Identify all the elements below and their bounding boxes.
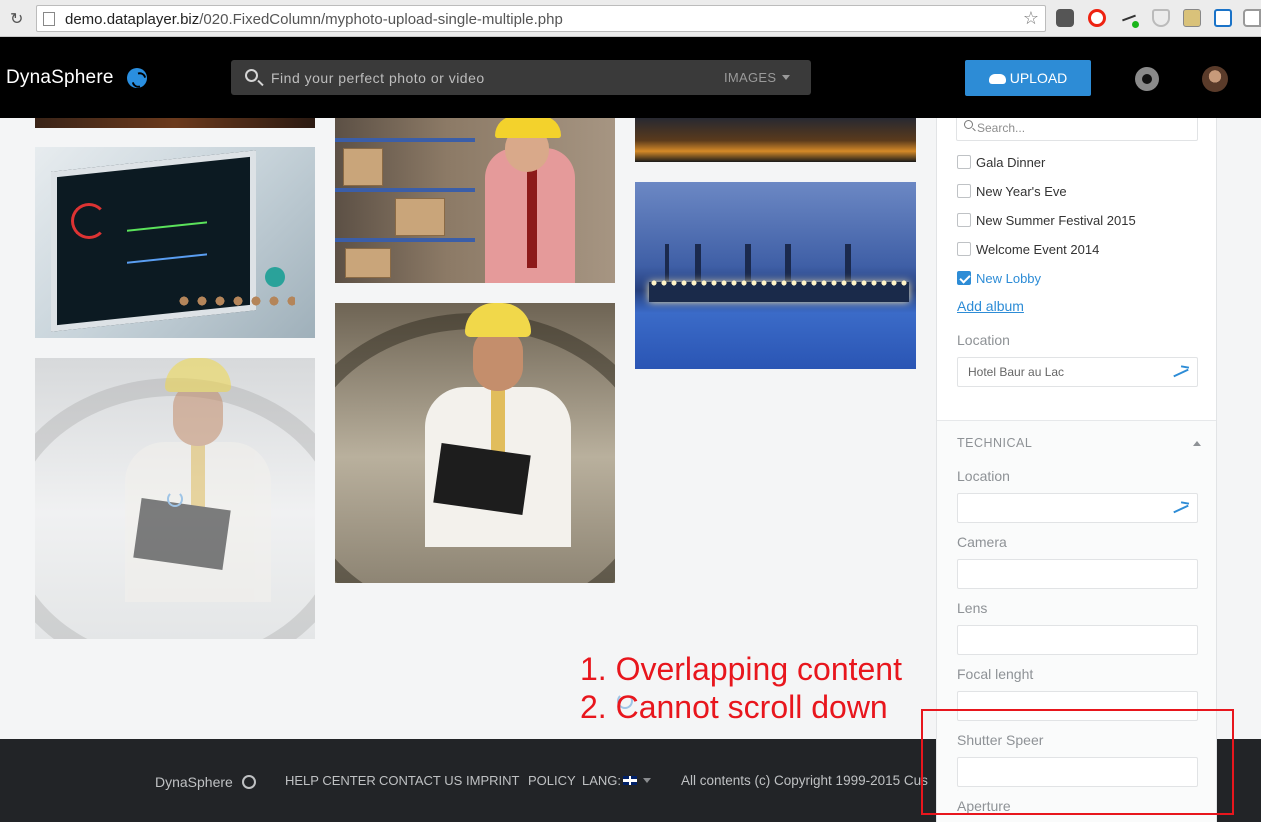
copyright-text: All contents (c) Copyright 1999-2015 Cus [681,773,928,788]
lens-field[interactable] [957,625,1198,655]
album-label: Welcome Event 2014 [976,242,1100,257]
photo-thumbnail[interactable] [35,147,315,338]
footer-link-help-center[interactable]: HELP CENTER [285,773,376,788]
lens-label: Lens [957,600,988,616]
pocket-extension-icon[interactable] [1056,9,1074,27]
photo-thumbnail[interactable] [335,118,615,283]
chevron-up-icon[interactable] [1193,441,1201,446]
album-label: New Summer Festival 2015 [976,213,1136,228]
annotation-highlight-box [921,709,1234,815]
tech-location-label: Location [957,468,1010,484]
camera-field[interactable] [957,559,1198,589]
checkbox[interactable] [957,242,971,256]
search-bar: IMAGES [231,60,811,95]
uk-flag-icon [623,776,638,785]
footer-logo[interactable]: DynaSphere [155,774,233,790]
chevron-down-icon [643,778,652,783]
logo[interactable]: DynaSphere [6,67,114,89]
image-extension-icon[interactable] [1183,9,1201,27]
lens-input[interactable] [968,626,1168,654]
album-label: Gala Dinner [976,155,1046,170]
footer-link-imprint[interactable]: IMPRINT [466,773,519,788]
menu-extension-icon[interactable] [1243,9,1261,27]
photo-thumbnail[interactable] [35,118,315,128]
photo-thumbnail[interactable] [635,182,916,369]
focal-length-label: Focal lenght [957,666,1034,682]
location-pin-icon[interactable] [1173,502,1189,514]
opera-extension-icon[interactable] [1088,9,1106,27]
star-icon[interactable]: ☆ [1023,8,1039,29]
album-label: New Lobby [976,271,1042,286]
media-type-label: IMAGES [724,70,777,85]
location-pin-icon[interactable] [1173,366,1189,378]
annotation-cannot-scroll: 2. Cannot scroll down [580,689,888,725]
upload-label: UPLOAD [1009,70,1068,86]
camera-label: Camera [957,534,1007,550]
gear-icon[interactable] [1135,67,1159,91]
avatar[interactable] [1202,66,1228,92]
browser-toolbar: ↻ demo.dataplayer.biz/020.FixedColumn/my… [0,0,1261,37]
reload-icon[interactable]: ↻ [10,9,23,28]
logo-mark-icon[interactable] [127,68,147,88]
language-label: LANG: [582,773,622,788]
window-extension-icon[interactable] [1214,9,1232,27]
loading-spinner-icon [167,491,183,507]
footer-link-contact-us[interactable]: CONTACT US [379,773,462,788]
shield-extension-icon[interactable] [1152,9,1170,27]
footer-link-policy[interactable]: POLICY [528,773,576,788]
photo-thumbnail[interactable] [635,118,916,162]
album-search-input[interactable] [977,118,1187,140]
language-selector[interactable]: LANG: [582,773,652,788]
app-header: DynaSphere IMAGES UPLOAD [0,37,1261,118]
location-label: Location [957,332,1010,348]
search-input[interactable] [271,60,711,95]
location-input[interactable] [968,358,1168,386]
upload-button[interactable]: UPLOAD [965,60,1091,96]
album-search [956,118,1198,141]
location-field[interactable] [957,357,1198,387]
address-bar[interactable]: demo.dataplayer.biz/020.FixedColumn/myph… [36,5,1046,32]
tech-location-input[interactable] [968,494,1168,522]
album-label: New Year's Eve [976,184,1067,199]
url-path: /020.FixedColumn/myphoto-upload-single-m… [199,11,563,28]
search-icon[interactable] [245,69,258,82]
search-icon [964,120,973,129]
logo-mark-icon [242,775,256,789]
annotation-overlapping-content: 1. Overlapping content [580,651,902,687]
url-text[interactable]: demo.dataplayer.biz/020.FixedColumn/myph… [65,11,563,28]
chevron-down-icon [782,75,791,80]
photo-grid [0,118,936,739]
photo-thumbnail[interactable] [335,303,615,583]
url-host: demo.dataplayer.biz [65,11,200,28]
cloud-upload-icon [988,74,1006,84]
page-icon [43,12,55,26]
checkbox[interactable] [957,213,971,227]
add-album-link[interactable]: Add album [957,298,1024,314]
checkbox[interactable] [957,155,971,169]
camera-input[interactable] [968,560,1168,588]
media-type-dropdown[interactable]: IMAGES [724,70,791,85]
checkbox-checked[interactable] [957,271,971,285]
tech-location-field[interactable] [957,493,1198,523]
checkbox[interactable] [957,184,971,198]
technical-section-title[interactable]: TECHNICAL [957,436,1032,450]
ant-extension-icon[interactable] [1120,9,1139,28]
